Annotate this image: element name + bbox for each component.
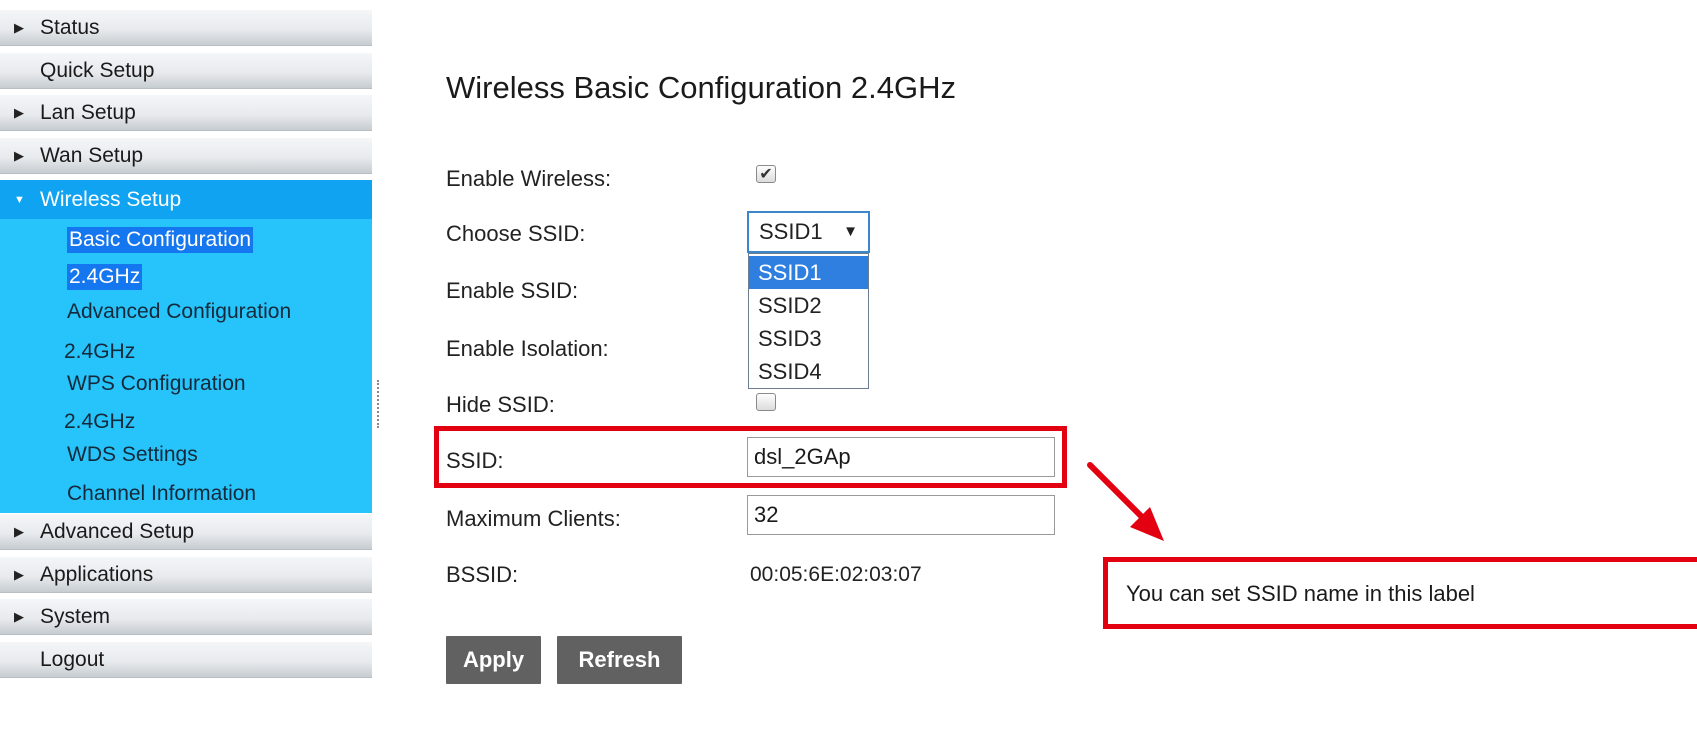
submenu-wps-configuration[interactable]: WPS Configuration bbox=[67, 371, 246, 397]
hide-ssid-label: Hide SSID: bbox=[446, 392, 555, 417]
submenu-basic-configuration[interactable]: Basic Configuration bbox=[67, 227, 254, 253]
submenu-wds-settings[interactable]: WDS Settings bbox=[67, 442, 198, 468]
submenu-basic-configuration-band[interactable]: 2.4GHz bbox=[67, 264, 143, 290]
checkmark-icon: ✔ bbox=[759, 166, 773, 183]
enable-isolation-label: Enable Isolation: bbox=[446, 336, 609, 361]
chevron-down-icon: ▼ bbox=[843, 223, 858, 240]
callout-text: You can set SSID name in this label bbox=[1126, 581, 1475, 606]
sidebar-item-system[interactable]: ▶ System bbox=[0, 599, 372, 635]
sidebar-item-label: System bbox=[40, 605, 111, 628]
sidebar-item-advanced-setup[interactable]: ▶ Advanced Setup bbox=[0, 514, 372, 550]
apply-button[interactable]: Apply bbox=[446, 636, 541, 684]
collapse-arrow-icon: ▼ bbox=[14, 194, 25, 206]
sidebar-item-label: Quick Setup bbox=[40, 59, 155, 82]
bssid-label: BSSID: bbox=[446, 562, 519, 587]
bssid-value: 00:05:6E:02:03:07 bbox=[750, 563, 922, 586]
sidebar-item-label: Advanced Setup bbox=[40, 520, 195, 543]
dropdown-option-ssid3[interactable]: SSID3 bbox=[749, 322, 868, 355]
dropdown-option-ssid1[interactable]: SSID1 bbox=[749, 256, 868, 289]
ssid-input[interactable] bbox=[747, 437, 1055, 477]
sidebar-item-label: Lan Setup bbox=[40, 101, 136, 124]
choose-ssid-select[interactable]: SSID1 ▼ bbox=[747, 211, 870, 253]
sidebar-item-wan-setup[interactable]: ▶ Wan Setup bbox=[0, 138, 372, 174]
red-arrow-icon bbox=[1087, 462, 1164, 541]
choose-ssid-label: Choose SSID: bbox=[446, 221, 586, 246]
sidebar-item-label: Applications bbox=[40, 563, 154, 586]
enable-ssid-label: Enable SSID: bbox=[446, 278, 579, 303]
submenu-wps-configuration-band[interactable]: 2.4GHz bbox=[64, 409, 135, 435]
maximum-clients-label: Maximum Clients: bbox=[446, 506, 621, 531]
ssid-dropdown-list: SSID1 SSID2 SSID3 SSID4 bbox=[748, 253, 869, 389]
sidebar-item-status[interactable]: ▶ Status bbox=[0, 10, 372, 46]
submenu-advanced-configuration[interactable]: Advanced Configuration bbox=[67, 299, 291, 325]
submenu-advanced-configuration-band[interactable]: 2.4GHz bbox=[64, 339, 135, 365]
sidebar-item-label: Wan Setup bbox=[40, 144, 144, 167]
hide-ssid-checkbox[interactable] bbox=[756, 393, 776, 411]
page-title: Wireless Basic Configuration 2.4GHz bbox=[446, 70, 956, 105]
sidebar-nav: ▶ Status Quick Setup ▶ Lan Setup ▶ Wan S… bbox=[0, 0, 372, 734]
sidebar-item-label: Status bbox=[40, 16, 100, 39]
expand-arrow-icon: ▶ bbox=[14, 567, 24, 582]
sidebar-item-logout[interactable]: Logout bbox=[0, 642, 372, 678]
sidebar-item-label: Wireless Setup bbox=[40, 188, 182, 211]
sidebar-item-lan-setup[interactable]: ▶ Lan Setup bbox=[0, 95, 372, 131]
expand-arrow-icon: ▶ bbox=[14, 20, 24, 35]
select-value: SSID1 bbox=[759, 219, 823, 244]
enable-wireless-label: Enable Wireless: bbox=[446, 166, 612, 191]
wireless-submenu: Basic Configuration 2.4GHz Advanced Conf… bbox=[0, 219, 372, 513]
sidebar-item-quick-setup[interactable]: Quick Setup bbox=[0, 53, 372, 89]
sidebar-item-wireless-setup[interactable]: ▼ Wireless Setup bbox=[0, 180, 372, 220]
expand-arrow-icon: ▶ bbox=[14, 148, 24, 163]
dropdown-option-ssid4[interactable]: SSID4 bbox=[749, 355, 868, 388]
expand-arrow-icon: ▶ bbox=[14, 524, 24, 539]
dropdown-option-ssid2[interactable]: SSID2 bbox=[749, 289, 868, 322]
sidebar-item-applications[interactable]: ▶ Applications bbox=[0, 557, 372, 593]
expand-arrow-icon: ▶ bbox=[14, 105, 24, 120]
maximum-clients-input[interactable] bbox=[747, 495, 1055, 535]
enable-wireless-checkbox[interactable]: ✔ bbox=[756, 165, 776, 183]
frame-splitter-handle[interactable] bbox=[377, 380, 382, 428]
submenu-channel-information[interactable]: Channel Information bbox=[67, 481, 256, 507]
expand-arrow-icon: ▶ bbox=[14, 609, 24, 624]
ssid-label: SSID: bbox=[446, 448, 504, 473]
sidebar-item-label: Logout bbox=[40, 648, 105, 671]
refresh-button[interactable]: Refresh bbox=[557, 636, 682, 684]
